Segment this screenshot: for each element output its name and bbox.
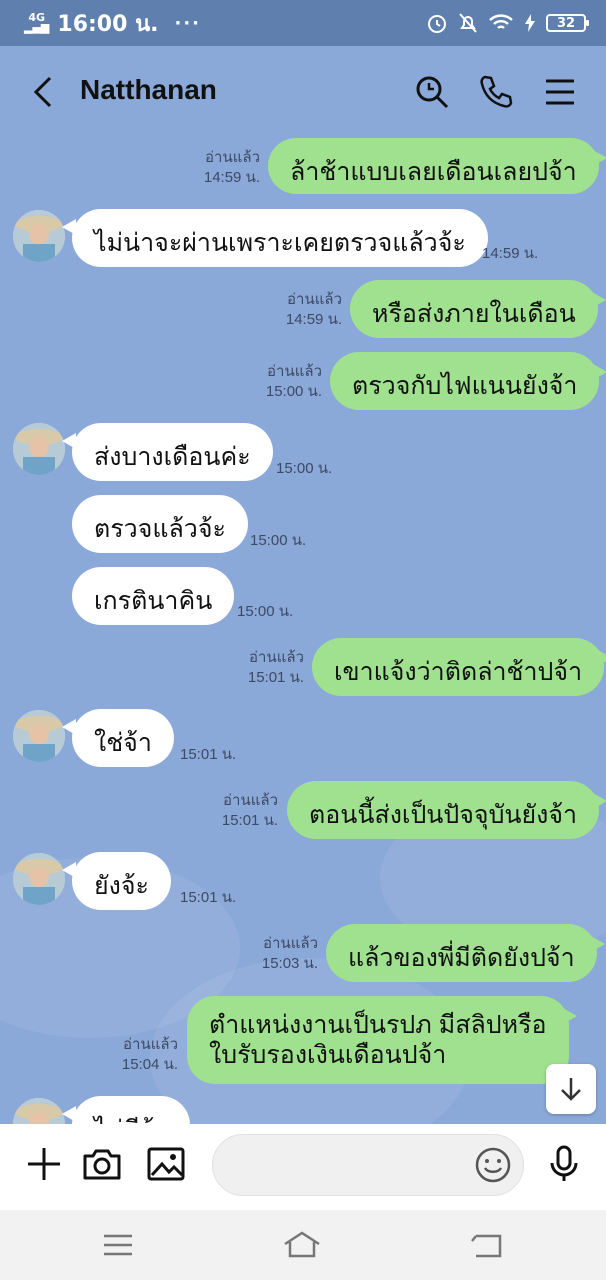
incoming-message[interactable]: ยังจ้ะ <box>62 852 171 910</box>
mute-icon <box>459 13 477 33</box>
avatar[interactable] <box>13 710 65 762</box>
status-bar: 4G ▂▄▆ 16:00 น. ··· 32 <box>0 0 606 46</box>
incoming-message[interactable]: ส่งบางเดือนค่ะ <box>62 423 273 481</box>
message-time: 15:04 น. <box>121 1056 178 1073</box>
outgoing-message[interactable]: ล้าช้าแบบเลยเดือนเลยปจ้า <box>268 138 606 194</box>
read-receipt: อ่านแล้ว <box>205 149 260 166</box>
phone-icon[interactable] <box>476 72 516 112</box>
message-meta: อ่านแล้ว 15:00 น. <box>266 362 322 402</box>
search-icon[interactable] <box>412 72 452 112</box>
microphone-icon[interactable] <box>544 1144 584 1184</box>
outgoing-message[interactable]: แล้วของพี่มีติดยังปจ้า <box>326 924 605 982</box>
message-meta: อ่านแล้ว 15:01 น. <box>222 791 278 831</box>
outgoing-message[interactable]: หรือส่งภายในเดือน <box>350 280 606 338</box>
read-receipt: อ่านแล้ว <box>267 363 322 380</box>
outgoing-message[interactable]: ตรวจกับไฟแนนยังจ้า <box>330 352 606 410</box>
read-receipt: อ่านแล้ว <box>287 291 342 308</box>
more-notifications-icon: ··· <box>174 12 201 34</box>
message-time: 15:00 น. <box>265 383 322 400</box>
message-input-bar <box>0 1124 606 1210</box>
hamburger-menu-icon[interactable] <box>540 72 580 112</box>
incoming-message[interactable]: เกรตินาคิน <box>72 567 235 625</box>
wifi-icon <box>489 14 513 29</box>
back-button[interactable] <box>26 74 62 110</box>
message-meta: อ่านแล้ว 15:03 น. <box>262 934 318 974</box>
incoming-message[interactable]: ไม่น่าจะผ่านเพราะเคยตรวจแล้วจ้ะ <box>62 209 488 267</box>
signal-icon: 4G ▂▄▆ <box>24 11 50 34</box>
message-time: 14:59 น. <box>482 245 539 262</box>
chat-header: Natthanan <box>0 46 606 138</box>
outgoing-message[interactable]: ตำแหน่งงานเป็นรปภ มีสลิปหรือ ใบรับรองเงิ… <box>187 996 577 1084</box>
message-time: 15:03 น. <box>261 955 318 972</box>
system-nav-bar <box>0 1210 606 1280</box>
arrow-down-icon <box>561 1078 581 1101</box>
message-time: 15:00 น. <box>237 603 294 620</box>
battery-level: 32 <box>546 14 589 32</box>
nav-home-icon[interactable] <box>282 1228 322 1262</box>
message-time: 15:00 น. <box>276 460 333 477</box>
message-list[interactable]: อ่านแล้ว 14:59 น. ล้าช้าแบบเลยเดือนเลยปจ… <box>0 138 606 1124</box>
incoming-message[interactable]: ใช่จ้า <box>62 709 174 767</box>
nav-back-icon[interactable] <box>466 1228 506 1262</box>
message-meta: อ่านแล้ว 14:59 น. <box>204 148 260 188</box>
avatar[interactable] <box>13 210 65 262</box>
charging-icon <box>525 14 535 32</box>
message-time: 15:01 น. <box>247 669 304 686</box>
scroll-to-bottom-button[interactable] <box>546 1064 596 1114</box>
outgoing-message[interactable]: ตอนนี้ส่งเป็นปัจจุบันยังจ้า <box>287 781 606 839</box>
emoji-icon[interactable] <box>474 1146 512 1184</box>
message-time: 15:00 น. <box>250 532 307 549</box>
message-time: 15:01 น. <box>180 746 237 763</box>
message-meta: อ่านแล้ว 14:59 น. <box>286 290 342 330</box>
alarm-icon <box>428 15 446 33</box>
plus-icon[interactable] <box>24 1144 64 1184</box>
message-meta: อ่านแล้ว 15:01 น. <box>248 648 304 688</box>
contact-name[interactable]: Natthanan <box>80 74 217 106</box>
read-receipt: อ่านแล้ว <box>249 649 304 666</box>
message-line: ใบรับรองเงินเดือนปจ้า <box>209 1041 447 1069</box>
message-time: 15:01 น. <box>180 889 237 906</box>
message-time: 15:01 น. <box>221 812 278 829</box>
read-receipt: อ่านแล้ว <box>223 792 278 809</box>
incoming-message[interactable]: ไม่มีจ้ะ <box>62 1096 190 1124</box>
outgoing-message[interactable]: เขาแจ้งว่าติดล่าช้าปจ้า <box>312 638 606 696</box>
message-time: 14:59 น. <box>203 169 260 186</box>
read-receipt: อ่านแล้ว <box>263 935 318 952</box>
read-receipt: อ่านแล้ว <box>123 1036 178 1053</box>
image-icon[interactable] <box>146 1144 186 1184</box>
avatar[interactable] <box>13 1098 65 1124</box>
message-meta: อ่านแล้ว 15:04 น. <box>122 1035 178 1075</box>
camera-icon[interactable] <box>82 1144 122 1184</box>
incoming-message[interactable]: ตรวจแล้วจ้ะ <box>72 495 248 553</box>
nav-menu-icon[interactable] <box>98 1228 138 1262</box>
status-time: 16:00 น. <box>57 11 159 37</box>
message-time: 14:59 น. <box>285 311 342 328</box>
avatar[interactable] <box>13 853 65 905</box>
avatar[interactable] <box>13 423 65 475</box>
message-line: ตำแหน่งงานเป็นรปภ มีสลิปหรือ <box>209 1011 547 1039</box>
